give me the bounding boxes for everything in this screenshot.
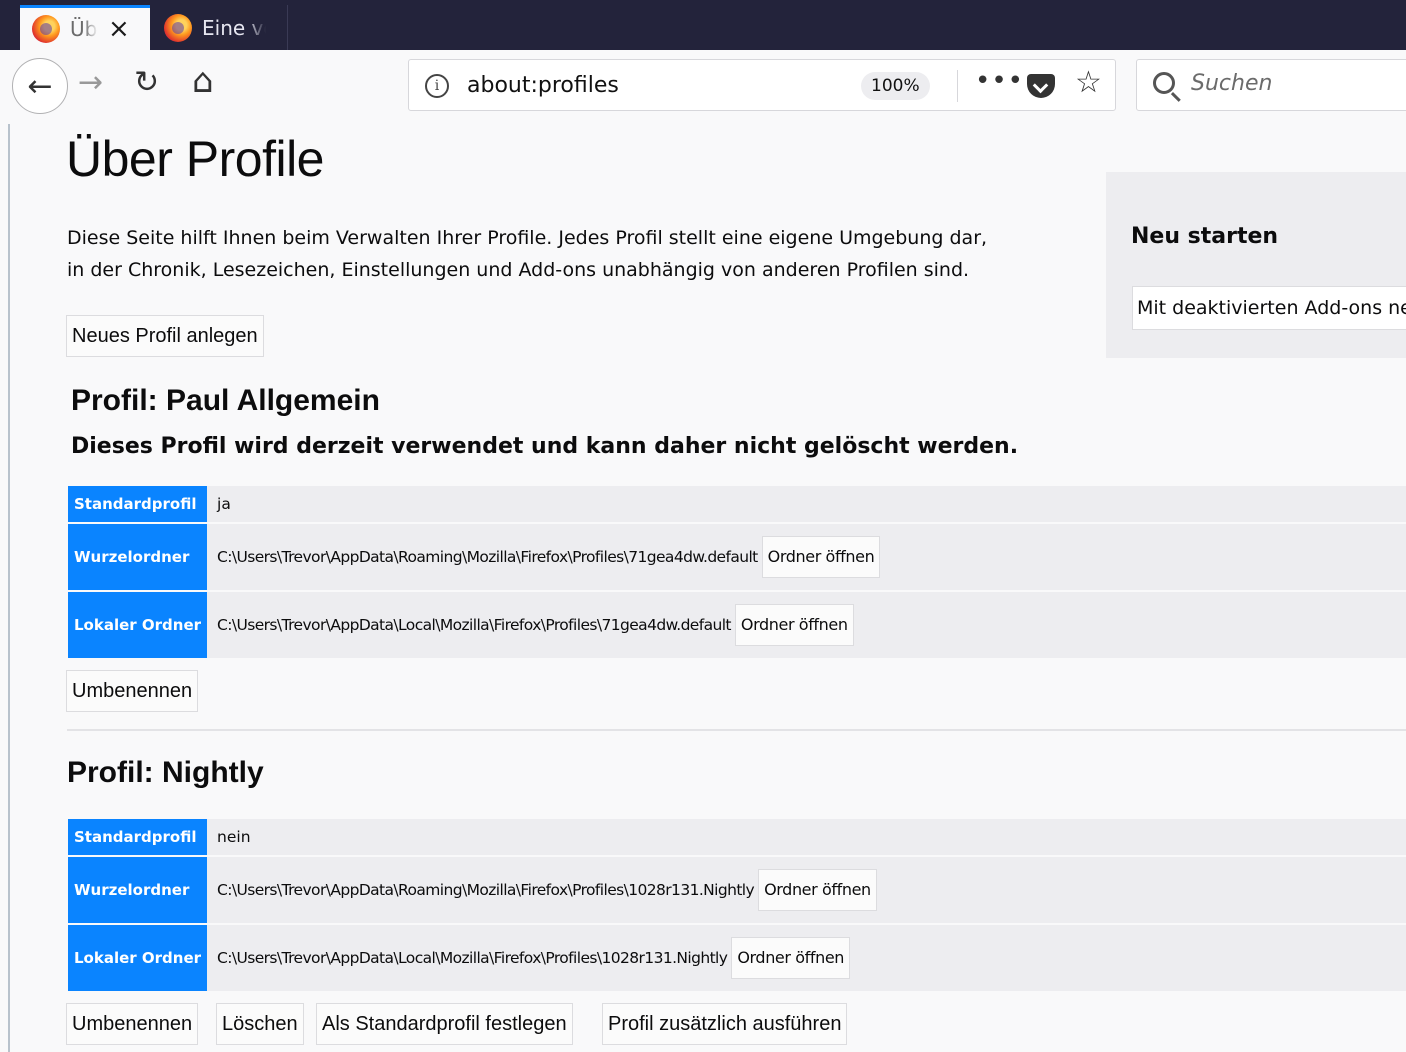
table-row: Wurzelordner C:\Users\Trevor\AppData\Roa… [68, 857, 1406, 923]
local-folder-label: Lokaler Ordner [68, 592, 210, 658]
intro-text: Diese Seite hilft Ihnen beim Verwalten I… [67, 227, 988, 281]
table-row: Lokaler Ordner C:\Users\Trevor\AppData\L… [68, 592, 1406, 658]
tab-label: Über Profile [70, 17, 98, 41]
local-folder-cell: C:\Users\Trevor\AppData\Local\Mozilla\Fi… [209, 925, 1406, 991]
profile-in-use-warning: Dieses Profil wird derzeit verwendet und… [71, 434, 1019, 459]
back-arrow-icon: ← [27, 68, 53, 104]
table-row: Lokaler Ordner C:\Users\Trevor\AppData\L… [68, 925, 1406, 991]
tab-about-profiles[interactable]: Über Profile × [20, 5, 150, 50]
home-icon[interactable]: ⌂ [192, 64, 214, 98]
table-row: Standardprofil nein [68, 819, 1406, 855]
default-profile-label: Standardprofil [68, 819, 210, 855]
search-bar[interactable] [1136, 59, 1406, 111]
tab-strip: Über Profile × Eine vorgestellte Seite [0, 0, 1406, 50]
bookmark-star-icon[interactable]: ☆ [1075, 68, 1102, 98]
url-text[interactable]: about:profiles [467, 73, 619, 98]
restart-panel: Neu starten Mit deaktivierten Add-ons ne… [1106, 172, 1406, 358]
set-default-profile-button[interactable]: Als Standardprofil festlegen [316, 1003, 573, 1045]
table-row: Wurzelordner C:\Users\Trevor\AppData\Roa… [68, 524, 1406, 590]
url-separator [957, 70, 958, 102]
url-bar[interactable]: i about:profiles 100% ••• ☆ [408, 59, 1116, 111]
open-folder-button[interactable]: Ordner öffnen [734, 604, 854, 646]
firefox-icon [32, 15, 60, 43]
default-profile-value: nein [209, 819, 1406, 855]
local-folder-label: Lokaler Ordner [68, 925, 210, 991]
forward-icon[interactable]: → [78, 68, 103, 98]
open-folder-button[interactable]: Ordner öffnen [731, 937, 851, 979]
root-folder-path: C:\Users\Trevor\AppData\Roaming\Mozilla\… [217, 881, 755, 899]
root-folder-path: C:\Users\Trevor\AppData\Roaming\Mozilla\… [217, 548, 758, 566]
pocket-icon[interactable] [1027, 74, 1055, 98]
root-folder-label: Wurzelordner [68, 857, 210, 923]
root-folder-cell: C:\Users\Trevor\AppData\Roaming\Mozilla\… [209, 524, 1406, 590]
root-folder-label: Wurzelordner [68, 524, 210, 590]
delete-button[interactable]: Löschen [216, 1003, 304, 1045]
rename-button[interactable]: Umbenennen [66, 1003, 199, 1045]
rename-button[interactable]: Umbenennen [66, 670, 199, 712]
reload-icon[interactable]: ↻ [134, 68, 159, 98]
search-icon [1153, 72, 1175, 94]
new-profile-button[interactable]: Neues Profil anlegen [66, 315, 264, 357]
root-folder-cell: C:\Users\Trevor\AppData\Roaming\Mozilla\… [209, 857, 1406, 923]
profile-title: Profil: Nightly [67, 756, 264, 789]
page-actions-icon[interactable]: ••• [975, 66, 1024, 96]
firefox-icon [164, 13, 192, 42]
local-folder-path: C:\Users\Trevor\AppData\Local\Mozilla\Fi… [217, 616, 731, 634]
close-icon[interactable]: × [108, 16, 130, 42]
nav-toolbar: ← → ↻ ⌂ i about:profiles 100% ••• ☆ [0, 50, 1406, 124]
open-folder-button[interactable]: Ordner öffnen [761, 536, 881, 578]
profile-table: Standardprofil nein Wurzelordner C:\User… [68, 817, 1406, 993]
profile-table: Standardprofil ja Wurzelordner C:\Users\… [68, 484, 1406, 660]
table-row: Standardprofil ja [68, 486, 1406, 522]
info-icon[interactable]: i [425, 74, 449, 98]
default-profile-label: Standardprofil [68, 486, 210, 522]
restart-without-addons-button[interactable]: Mit deaktivierten Add-ons neu starten… [1132, 286, 1406, 330]
launch-profile-button[interactable]: Profil zusätzlich ausführen [602, 1003, 848, 1045]
default-profile-value: ja [209, 486, 1406, 522]
local-folder-cell: C:\Users\Trevor\AppData\Local\Mozilla\Fi… [209, 592, 1406, 658]
tab-second[interactable]: Eine vorgestellte Seite [152, 5, 288, 50]
window-edge [8, 124, 10, 1052]
local-folder-path: C:\Users\Trevor\AppData\Local\Mozilla\Fi… [217, 949, 728, 967]
restart-panel-title: Neu starten [1131, 224, 1279, 249]
zoom-level-badge[interactable]: 100% [861, 72, 930, 100]
profile-title: Profil: Paul Allgemein [71, 384, 380, 417]
profile-divider [67, 729, 1406, 731]
page-title: Über Profile [66, 131, 325, 187]
tab-label: Eine vorgestellte Seite [202, 15, 266, 40]
search-input[interactable] [1191, 71, 1391, 96]
back-button[interactable]: ← [12, 58, 68, 114]
open-folder-button[interactable]: Ordner öffnen [758, 869, 877, 911]
